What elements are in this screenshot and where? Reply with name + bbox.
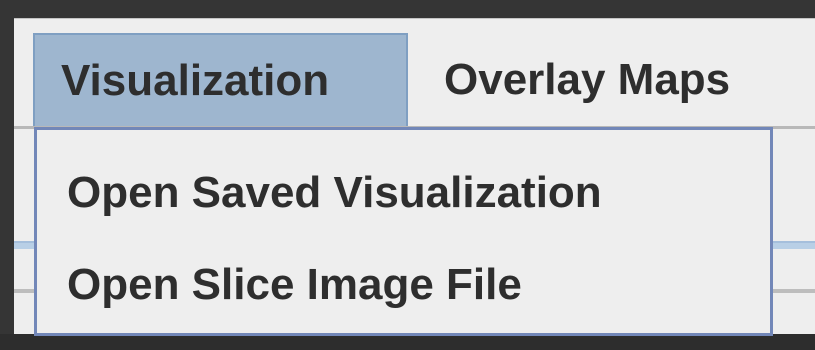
menu-overlay-maps-label: Overlay Maps (444, 54, 731, 104)
visualization-dropdown-menu: Open Saved Visualization Open Slice Imag… (34, 127, 773, 336)
window-frame-top (0, 0, 815, 18)
menu-overlay-maps[interactable]: Overlay Maps (422, 33, 802, 126)
menu-item-open-slice-image-file-label: Open Slice Image File (67, 260, 522, 309)
menu-visualization[interactable]: Visualization (33, 33, 408, 126)
menu-item-open-saved-visualization-label: Open Saved Visualization (67, 168, 602, 217)
application-window: Visualization Overlay Maps Open Saved Vi… (14, 18, 815, 336)
menu-item-open-saved-visualization[interactable]: Open Saved Visualization (37, 148, 770, 238)
menu-item-open-slice-image-file[interactable]: Open Slice Image File (37, 240, 770, 330)
menu-visualization-label: Visualization (61, 55, 330, 105)
window-frame-bottom (0, 334, 815, 350)
window-frame-left (0, 0, 14, 350)
